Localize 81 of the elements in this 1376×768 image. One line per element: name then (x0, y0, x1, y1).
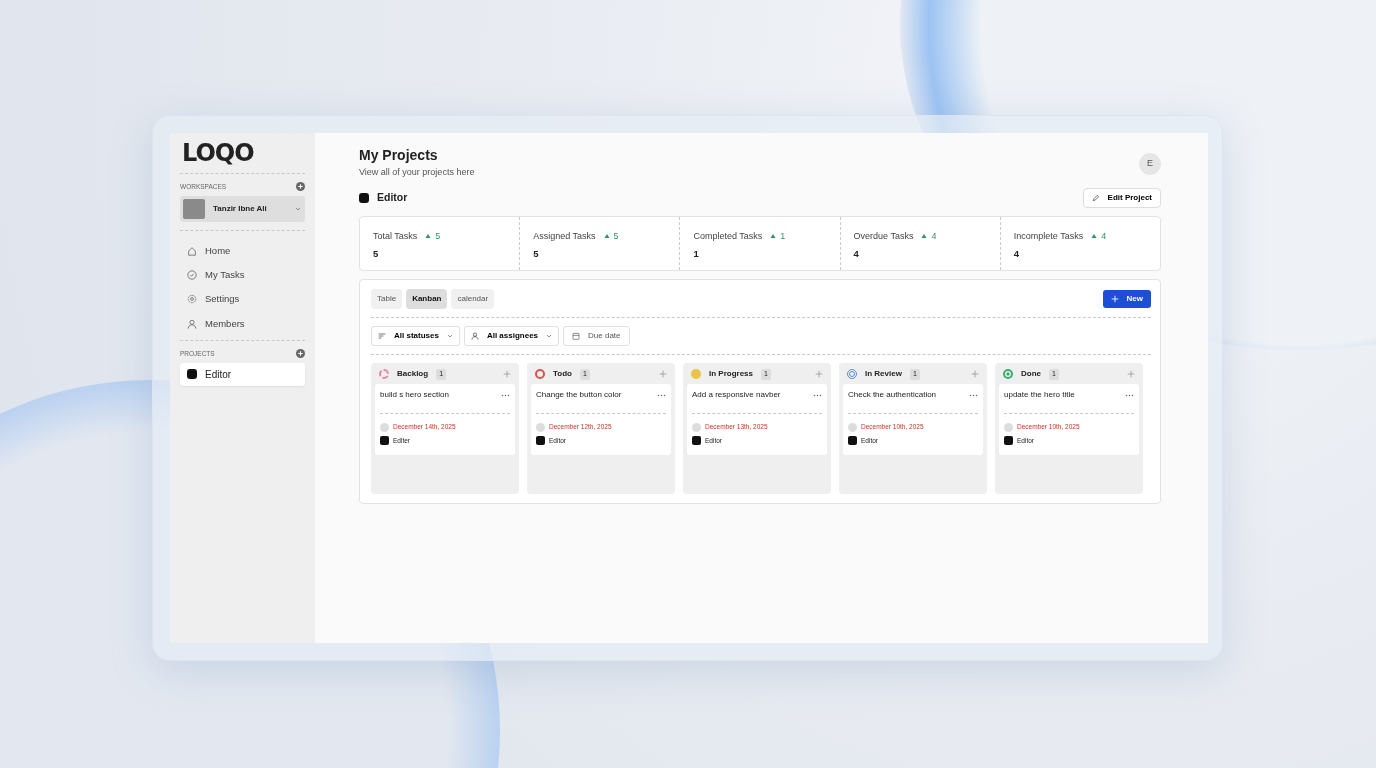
stat-value: 1 (693, 247, 700, 261)
new-button[interactable]: New (1102, 290, 1151, 309)
user-avatar[interactable]: E (1139, 153, 1161, 175)
project-icon (380, 436, 389, 446)
check-circle-icon (187, 270, 197, 281)
add-icon (296, 182, 305, 192)
avatar-icon (848, 422, 857, 432)
add-icon (659, 370, 667, 379)
project-icon (187, 369, 197, 379)
person-icon (470, 332, 479, 341)
project-icon (359, 192, 369, 203)
filter-button[interactable]: All statuses (371, 326, 460, 347)
avatar-icon (1004, 422, 1013, 432)
stat-value: 5 (533, 247, 540, 261)
person-icon (187, 318, 197, 329)
column-title: Done (1021, 368, 1041, 381)
avatar-icon (380, 422, 389, 432)
task-title: Add a responsive navber (692, 389, 781, 402)
stat-delta: 4 (931, 229, 937, 243)
plus-icon (1110, 295, 1119, 304)
add-icon (971, 370, 979, 379)
stat-value: 4 (853, 247, 860, 261)
stat-delta: 5 (435, 229, 441, 243)
column-title: In Review (865, 368, 902, 381)
workspace-selector[interactable]: Tanzir Ibne Ali (180, 195, 305, 222)
chevron-down-icon (446, 333, 453, 340)
pencil-icon (1091, 193, 1100, 202)
stat-label: Total Tasks (373, 229, 418, 243)
stat-value: 5 (373, 247, 380, 261)
add-icon (503, 370, 511, 379)
stat-delta: 5 (613, 229, 619, 243)
up-triangle-icon (425, 233, 432, 240)
page-title: My Projects (359, 146, 439, 165)
project-icon (692, 436, 701, 446)
up-triangle-icon (1091, 233, 1098, 240)
task-title: Check the authentication (848, 389, 937, 402)
stat-label: Completed Tasks (693, 229, 763, 243)
settings-icon (187, 294, 197, 305)
nav-item[interactable]: Home (205, 243, 231, 258)
stat-label: Assigned Tasks (533, 229, 596, 243)
edit-project-button[interactable]: Edit Project (1082, 187, 1161, 208)
filter-button[interactable]: Due date (563, 326, 630, 347)
view-tab[interactable]: Table (371, 289, 403, 310)
task-title: Change the button color (536, 389, 622, 402)
up-triangle-icon (603, 233, 610, 240)
page-subtitle: View all of your projects here (359, 166, 475, 179)
nav-item[interactable]: My Tasks (205, 268, 245, 283)
stat-value: 4 (1013, 247, 1021, 261)
add-icon (1127, 370, 1135, 379)
project-icon (536, 436, 545, 446)
column-title: In Progress (709, 368, 753, 381)
stat-label: Overdue Tasks (853, 229, 914, 243)
task-title: update the hero title (1004, 389, 1075, 402)
stat-delta: 1 (780, 229, 786, 243)
view-tab[interactable]: Kanban (406, 289, 448, 310)
stat-label: Incomplete Tasks (1013, 229, 1084, 243)
column-title: Todo (553, 368, 572, 381)
home-icon (187, 245, 197, 256)
project-name: Editor (377, 189, 408, 205)
photo-placeholder (183, 198, 205, 219)
project-item[interactable]: Editor (180, 362, 305, 386)
stat-delta: 4 (1101, 229, 1107, 243)
workspace-name: Tanzir Ibne Ali (213, 202, 268, 215)
avatar-icon (536, 422, 545, 432)
view-tab[interactable]: calendar (451, 289, 495, 310)
filter-icon (378, 332, 386, 341)
calendar-icon (572, 332, 581, 341)
up-triangle-icon (770, 233, 777, 240)
filter-button[interactable]: All assignees (463, 326, 560, 347)
project-icon (1004, 436, 1013, 446)
chevron-down-icon (546, 333, 553, 340)
add-icon (815, 370, 823, 379)
project-icon (848, 436, 857, 446)
up-triangle-icon (921, 233, 928, 240)
avatar-icon (692, 422, 701, 432)
task-title: build s hero section (380, 389, 449, 402)
nav-item[interactable]: Members (205, 316, 245, 331)
add-icon (296, 349, 305, 359)
column-title: Backlog (397, 368, 429, 381)
nav-item[interactable]: Settings (205, 292, 240, 307)
logo: LOQO (182, 141, 255, 165)
